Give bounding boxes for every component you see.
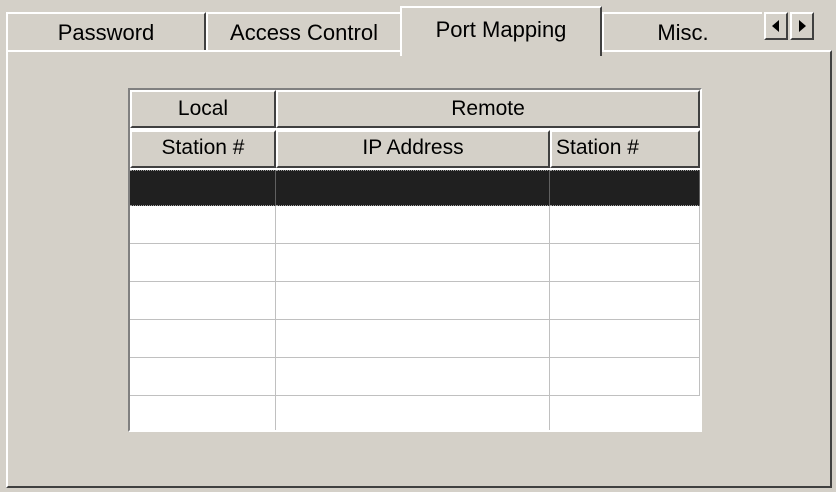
table-cell[interactable]: [130, 396, 276, 430]
tab-scroll-right-button[interactable]: [790, 12, 814, 40]
table-cell[interactable]: [276, 358, 550, 396]
table-cell[interactable]: [550, 396, 700, 430]
tab-access-control-label: Access Control: [230, 20, 378, 45]
column-header-label: Station #: [556, 136, 639, 159]
tab-access-control[interactable]: Access Control: [206, 12, 402, 52]
table-cell[interactable]: [550, 244, 700, 282]
triangle-left-icon: [772, 20, 779, 32]
group-header-remote-label: Remote: [451, 97, 525, 120]
column-header-remote-station[interactable]: Station #: [550, 130, 700, 168]
table-cell[interactable]: [130, 170, 276, 206]
table-cell[interactable]: [130, 244, 276, 282]
column-header-ip-address[interactable]: IP Address: [276, 130, 550, 168]
port-mapping-dialog: Password Access Control Port Mapping Mis…: [0, 0, 836, 492]
triangle-right-icon: [799, 20, 806, 32]
table-cell[interactable]: [130, 282, 276, 320]
table-cell[interactable]: [276, 320, 550, 358]
table-cell[interactable]: [130, 206, 276, 244]
column-header-label: IP Address: [362, 136, 464, 159]
table-cell[interactable]: [276, 170, 550, 206]
tab-scroll-left-button[interactable]: [764, 12, 788, 40]
column-header-label: Station #: [161, 136, 245, 159]
table-cell[interactable]: [550, 358, 700, 396]
table-cell[interactable]: [276, 206, 550, 244]
table-cell[interactable]: [550, 170, 700, 206]
table-cell[interactable]: [130, 358, 276, 396]
table-cell[interactable]: [276, 244, 550, 282]
group-header-local-label: Local: [177, 97, 229, 120]
table-cell[interactable]: [276, 282, 550, 320]
table-cell[interactable]: [130, 320, 276, 358]
table-cell[interactable]: [276, 396, 550, 430]
group-header-remote: Remote: [276, 90, 700, 128]
tab-password-label: Password: [57, 20, 155, 45]
tab-misc[interactable]: Misc.: [602, 12, 762, 52]
column-header-local-station[interactable]: Station #: [130, 130, 276, 168]
port-mapping-grid[interactable]: Local Remote Station # IP Address Statio…: [128, 88, 702, 432]
table-cell[interactable]: [550, 282, 700, 320]
tab-misc-label: Misc.: [657, 20, 709, 45]
table-cell[interactable]: [550, 320, 700, 358]
table-cell[interactable]: [550, 206, 700, 244]
tab-port-mapping[interactable]: Port Mapping: [400, 6, 602, 56]
tab-port-mapping-label: Port Mapping: [435, 17, 567, 42]
group-header-local: Local: [130, 90, 276, 128]
tab-password[interactable]: Password: [6, 12, 206, 52]
